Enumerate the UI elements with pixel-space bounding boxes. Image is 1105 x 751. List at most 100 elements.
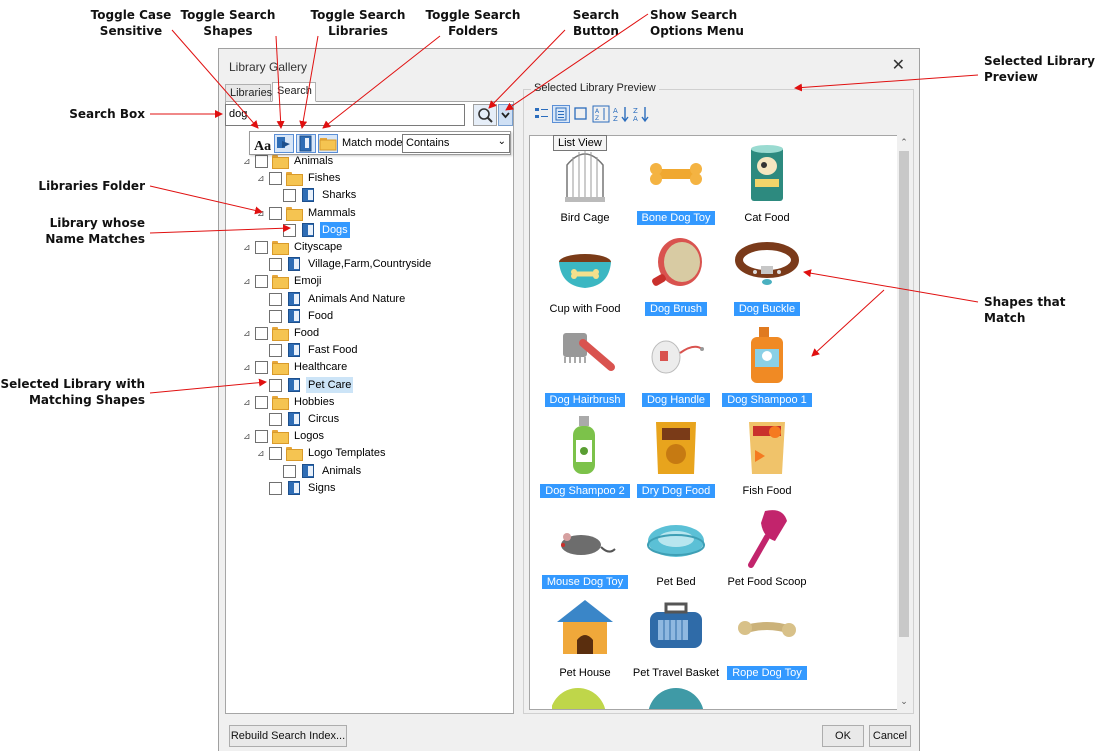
search-button[interactable] [473,104,497,126]
callout-selected-preview: Selected Library Preview [984,54,1095,84]
chevron-down-icon: ⌄ [497,136,506,147]
tab-libraries[interactable]: Libraries [225,84,272,102]
sort-ascending-icon[interactable]: AZ [612,105,630,123]
callout-show-options: Show Search Options Menu [650,8,744,38]
folder-icon [286,170,303,187]
rope-toy-icon [735,596,799,660]
tab-search[interactable]: Search [272,82,316,102]
tree-checkbox[interactable] [255,361,268,375]
tree-checkbox[interactable] [283,189,296,203]
tree-checkbox[interactable] [255,275,268,289]
cancel-button[interactable]: Cancel [869,725,911,747]
shape-item[interactable]: Pet Food Scoop [722,505,812,595]
tree-checkbox[interactable] [283,223,296,237]
shape-item[interactable]: Dog Hairbrush [540,323,630,413]
tree-checkbox[interactable] [255,430,268,444]
shape-item[interactable]: Bird Cage [540,141,630,231]
shape-label: Dog Shampoo 2 [540,484,630,498]
leash-handle-icon [644,323,708,387]
tree-checkbox[interactable] [255,241,268,254]
svg-text:Z: Z [595,115,599,122]
tree-checkbox[interactable] [269,344,282,358]
tree-item-label: Emoji [294,275,322,288]
ball-toy-icon [550,684,712,709]
tree-checkbox[interactable] [269,292,282,306]
rebuild-search-index-button[interactable]: Rebuild Search Index... [229,725,347,747]
search-folders-toggle[interactable] [318,134,338,153]
folder-icon [272,239,289,255]
shape-preview-grid[interactable]: Bird Cage Bone Dog Toy Cat Food Cup with Fo… [529,135,911,710]
shape-label-text: Dog Buckle [733,302,801,316]
expand-toggle-icon[interactable]: ⊿ [243,325,253,341]
details-view-icon[interactable] [533,105,551,123]
tree-checkbox[interactable] [269,172,282,186]
tree-item-label: Food [308,309,334,322]
case-sensitive-toggle[interactable]: Aa [252,134,272,154]
shape-item[interactable]: Pet Bed [631,505,721,595]
shape-item[interactable]: Cat Food [722,141,812,231]
show-options-button[interactable] [498,104,513,126]
search-input[interactable]: dog [225,104,465,126]
expand-toggle-icon[interactable]: ⊿ [257,205,267,221]
shape-item[interactable]: Bone Dog Toy [631,141,721,231]
shape-item[interactable]: Pet House [540,596,630,686]
shape-item[interactable]: Rope Dog Toy [722,596,812,686]
shape-item[interactable]: Fish Food [722,414,812,504]
search-libraries-toggle[interactable] [296,134,316,153]
tree-item-label: Logos [294,430,324,443]
search-shapes-icon [277,137,290,148]
search-options-bar: Aa Match mode: Contains ⌄ [249,131,511,155]
shape-item[interactable]: Mouse Dog Toy [540,505,630,595]
tree-item-label: Cityscape [294,241,343,253]
expand-toggle-icon[interactable]: ⊿ [243,153,253,169]
shape-label-text: Pet Food Scoop [727,576,807,588]
shape-item[interactable]: Dog Buckle [722,232,812,322]
tree-item-label: Village,Farm,Countryside [308,258,432,271]
list-view-icon[interactable] [552,105,570,123]
dog-collar-icon [735,232,799,296]
shape-item[interactable]: Dog Shampoo 2 [540,414,630,504]
tree-checkbox[interactable] [269,309,282,323]
callout-search-button: Search Button [572,8,620,38]
tree-checkbox[interactable] [255,327,268,340]
shape-item[interactable]: Pet Travel Basket [631,596,721,686]
expand-toggle-icon[interactable]: ⊿ [243,359,253,375]
shape-label: Dog Shampoo 1 [722,393,812,407]
tree-checkbox[interactable] [269,413,282,426]
scroll-down-icon[interactable]: ⌄ [899,696,909,707]
tree-checkbox[interactable] [269,481,282,495]
expand-toggle-icon[interactable]: ⊿ [257,445,267,461]
shape-label: Dog Buckle [722,302,812,316]
thumbnail-view-icon[interactable] [572,105,590,123]
scrollbar-thumb[interactable] [899,151,909,637]
shape-item[interactable]: Dog Handle [631,323,721,413]
sort-toggle-icon[interactable]: AZ [592,105,610,123]
match-mode-select[interactable]: Contains ⌄ [402,134,510,153]
tree-checkbox[interactable] [255,395,268,409]
ok-button[interactable]: OK [822,725,864,747]
tree-checkbox[interactable] [269,447,282,461]
tree-checkbox[interactable] [269,378,282,392]
expand-toggle-icon[interactable]: ⊿ [243,239,253,255]
tree-item-label: Fishes [308,172,341,185]
library-icon [300,222,316,238]
shape-item[interactable]: Cup with Food [540,232,630,322]
shape-label: Bird Cage [540,211,630,225]
tree-checkbox[interactable] [255,155,268,168]
tree-checkbox[interactable] [269,206,282,220]
expand-toggle-icon[interactable]: ⊿ [257,170,267,186]
expand-toggle-icon[interactable]: ⊿ [243,273,253,289]
sort-descending-icon[interactable]: ZA [632,105,650,123]
tree-item-label: Hobbies [294,395,335,408]
shape-label: Cup with Food [540,302,630,316]
tree-checkbox[interactable] [269,258,282,272]
shape-item[interactable]: Dog Shampoo 1 [722,323,812,413]
expand-toggle-icon[interactable]: ⊿ [243,394,253,410]
close-icon[interactable]: ✕ [892,55,905,75]
shape-item[interactable]: Dog Brush [631,232,721,322]
tree-checkbox[interactable] [283,464,296,478]
expand-toggle-icon[interactable]: ⊿ [243,428,253,444]
search-shapes-toggle[interactable] [274,134,294,153]
scroll-up-icon[interactable]: ⌃ [899,137,909,148]
shape-item[interactable]: Dry Dog Food [631,414,721,504]
